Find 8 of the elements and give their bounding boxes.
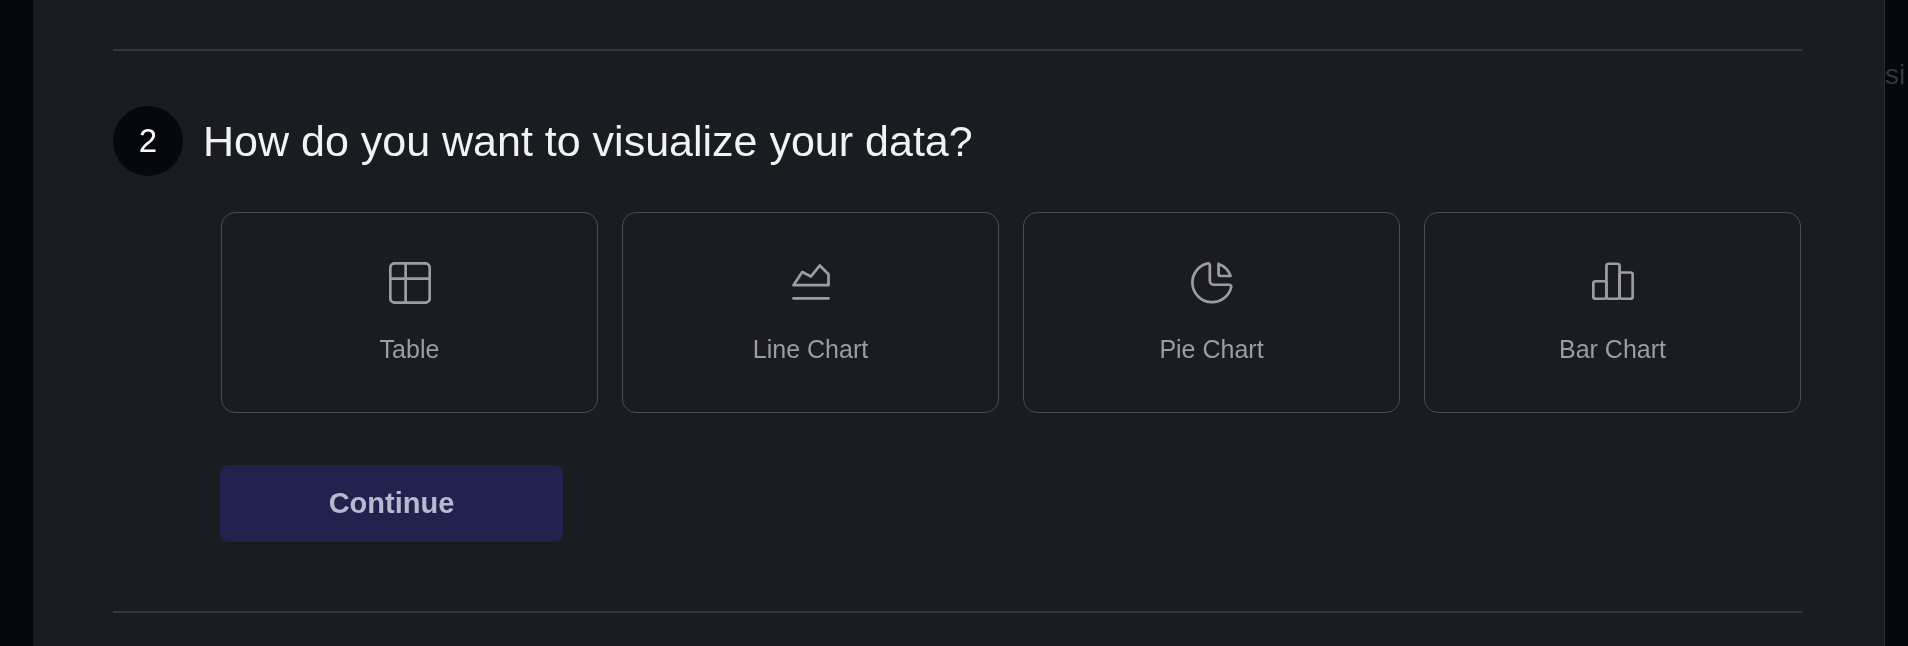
visualization-option[interactable]: Line Chart [622, 212, 999, 413]
step-title: How do you want to visualize your data? [203, 116, 973, 166]
visualization-option[interactable]: Table [221, 212, 598, 413]
step-number-badge: 2 [113, 106, 183, 176]
table-icon [388, 261, 431, 304]
visualization-option[interactable]: Pie Chart [1023, 212, 1400, 413]
visualization-option[interactable]: Bar Chart [1424, 212, 1801, 413]
pie-chart-icon [1190, 261, 1233, 304]
